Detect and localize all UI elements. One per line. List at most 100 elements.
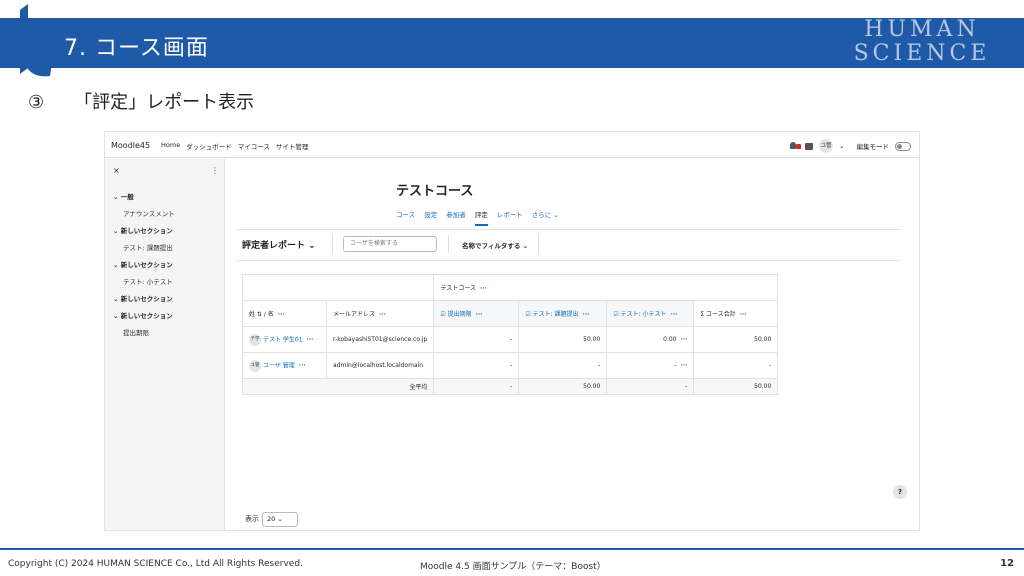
grade-cell[interactable]: 50.00 [518, 326, 608, 353]
tab-course[interactable]: コース [396, 209, 415, 226]
total-cell: 50.00 [693, 326, 779, 353]
drawer-section[interactable]: ⌄ 新しいセクション [113, 225, 173, 235]
total-cell: - [693, 352, 779, 379]
drawer-activity[interactable]: 提出期限 [123, 327, 149, 337]
grade-item-label: ☑ テスト: 課題提出 [525, 311, 579, 318]
primary-nav: Home ダッシュボード マイコース サイト管理 [161, 141, 308, 151]
drawer-activity[interactable]: テスト: 課題提出 [123, 242, 173, 252]
step-heading: ③ 「評定」レポート表示 [28, 88, 254, 114]
name-filter-dropdown[interactable]: 名称でフィルタする ⌄ [462, 240, 528, 250]
category-name: テストコース [440, 285, 477, 292]
grade-item-menu-icon[interactable]: ··· [671, 311, 678, 318]
tab-settings[interactable]: 設定 [424, 209, 437, 226]
help-icon[interactable]: ? [893, 485, 907, 499]
report-selector[interactable]: 評定者レポート ⌄ [242, 238, 316, 251]
grade-item-label: ☑ テスト: 小テスト [613, 311, 667, 318]
name-column-header[interactable]: 姓 ⇅ / 名 ··· [242, 300, 327, 327]
notification-bell-icon[interactable] [789, 141, 802, 151]
user-avatar: ユ管 [249, 359, 261, 372]
user-menu-icon[interactable]: ··· [299, 362, 306, 369]
step-title: 「評定」レポート表示 [74, 92, 255, 113]
grade-cell[interactable]: - [433, 352, 520, 379]
user-name-cell: テ学 テスト 学生01 ··· [242, 326, 327, 353]
drawer-section[interactable]: ⌄ 新しいセクション [113, 259, 173, 269]
user-name-link[interactable]: ユーザ 管理 [263, 362, 295, 369]
course-total-menu-icon[interactable]: ··· [740, 311, 747, 318]
per-page-label: 表示 [245, 515, 259, 523]
table-row: ユ管 ユーザ 管理 ··· admin@localhost.localdomain … [242, 352, 779, 379]
drawer-section[interactable]: ⌄ 一般 [113, 191, 134, 201]
tab-grades[interactable]: 評定 [474, 209, 488, 226]
drawer-activity[interactable]: テスト: 小テスト [123, 276, 173, 286]
brand-logo-text: HUMAN SCIENCE [842, 18, 1002, 66]
nav-site-admin[interactable]: サイト管理 [276, 141, 309, 151]
brand-line-2: SCIENCE [853, 41, 991, 66]
drawer-activity[interactable]: アナウンスメント [123, 208, 175, 218]
grade-item-header[interactable]: ☑ テスト: 課題提出 ··· [518, 300, 608, 327]
message-icon[interactable] [805, 142, 814, 150]
table-row: テ学 テスト 学生01 ··· r-kobayashiST01@science.co… [242, 326, 779, 353]
category-menu-icon[interactable]: ··· [480, 285, 487, 292]
grader-report-table: テストコース ··· 姓 ⇅ / 名 ··· メールアドレス ··· ☑ 提出期限 ··… [241, 274, 779, 395]
per-page-select[interactable]: 20 ⌄ [262, 512, 298, 527]
course-title: テストコース [396, 184, 474, 199]
user-search-input[interactable]: ユーザを検索する [343, 236, 437, 252]
brand-line-1: HUMAN [864, 17, 980, 42]
main-content: テストコース コース 設定 参加者 評定 レポート さらに ⌄ 評定者レポート … [226, 159, 919, 530]
grade-item-header[interactable]: ☑ 提出期限 ··· [433, 300, 520, 327]
edit-mode-toggle[interactable] [895, 141, 911, 151]
drawer-section[interactable]: ⌄ 新しいセクション [113, 293, 173, 303]
grade-cell-menu-icon[interactable]: ··· [680, 336, 687, 343]
average-row: 全平均 - 50.00 - 50.00 [241, 378, 779, 395]
close-drawer-icon[interactable]: × [113, 166, 120, 175]
name-header-label: 姓 ⇅ / 名 [249, 311, 274, 318]
nav-dashboard[interactable]: ダッシュボード [186, 141, 232, 151]
page-number: 12 [1000, 558, 1014, 569]
divider [332, 235, 333, 253]
user-avatar[interactable]: ユ管 [819, 139, 834, 153]
divider [538, 235, 539, 253]
grade-cell[interactable]: - ··· [606, 352, 695, 379]
divider [448, 235, 449, 253]
name-column-menu-icon[interactable]: ··· [278, 311, 285, 318]
grade-item-header[interactable]: ☑ テスト: 小テスト ··· [606, 300, 695, 327]
tab-more[interactable]: さらに ⌄ [532, 209, 559, 226]
email-column-header: メールアドレス ··· [325, 300, 435, 327]
drawer-menu-icon[interactable]: ⋮ [211, 166, 219, 175]
email-cell: admin@localhost.localdomain [325, 352, 435, 379]
course-total-label: Σ コース合計 [700, 311, 736, 318]
grade-item-menu-icon[interactable]: ··· [476, 311, 483, 318]
email-cell: r-kobayashiST01@science.co.jp [325, 326, 435, 353]
grade-cell-menu-icon[interactable]: ··· [680, 362, 687, 369]
grade-item-menu-icon[interactable]: ··· [583, 311, 590, 318]
grade-value: 0.00 [663, 336, 677, 343]
divider [236, 229, 901, 230]
nav-home[interactable]: Home [161, 141, 180, 151]
grade-item-label: ☑ 提出期限 [440, 311, 472, 318]
navbar-user-area: ユ管 ⌄ 編集モード [789, 139, 911, 153]
nav-my-courses[interactable]: マイコース [238, 141, 270, 151]
course-total-header: Σ コース合計 ··· [693, 300, 779, 327]
top-navbar: Moodle45 Home ダッシュボード マイコース サイト管理 ユ管 ⌄ 編… [105, 132, 919, 158]
tab-participants[interactable]: 参加者 [446, 209, 466, 226]
average-cell: - [433, 378, 520, 395]
user-menu-chevron-icon[interactable]: ⌄ [839, 142, 844, 150]
site-name[interactable]: Moodle45 [111, 141, 150, 150]
user-name-cell: ユ管 ユーザ 管理 ··· [242, 352, 327, 379]
grade-cell[interactable]: - [433, 326, 520, 353]
email-column-menu-icon[interactable]: ··· [379, 311, 386, 318]
edit-mode-label: 編集モード [856, 143, 890, 151]
course-index-drawer: × ⋮ ⌄ 一般 アナウンスメント ⌄ 新しいセクション テスト: 課題提出 ⌄… [105, 159, 225, 530]
drawer-section[interactable]: ⌄ 新しいセクション [113, 310, 173, 320]
grade-cell[interactable]: - [518, 352, 608, 379]
user-menu-icon[interactable]: ··· [307, 336, 314, 343]
moodle-screenshot: Moodle45 Home ダッシュボード マイコース サイト管理 ユ管 ⌄ 編… [104, 131, 920, 531]
tab-reports[interactable]: レポート [497, 209, 523, 226]
slide-title: 7. コース画面 [64, 36, 209, 61]
average-cell: 50.00 [693, 378, 779, 395]
footer-copyright: Copyright (C) 2024 HUMAN SCIENCE Co., Lt… [8, 559, 303, 569]
grade-cell[interactable]: 0.00 ··· [606, 326, 695, 353]
company-logo-icon [20, 4, 52, 77]
step-number: ③ [28, 92, 45, 113]
user-name-link[interactable]: テスト 学生01 [263, 336, 303, 343]
